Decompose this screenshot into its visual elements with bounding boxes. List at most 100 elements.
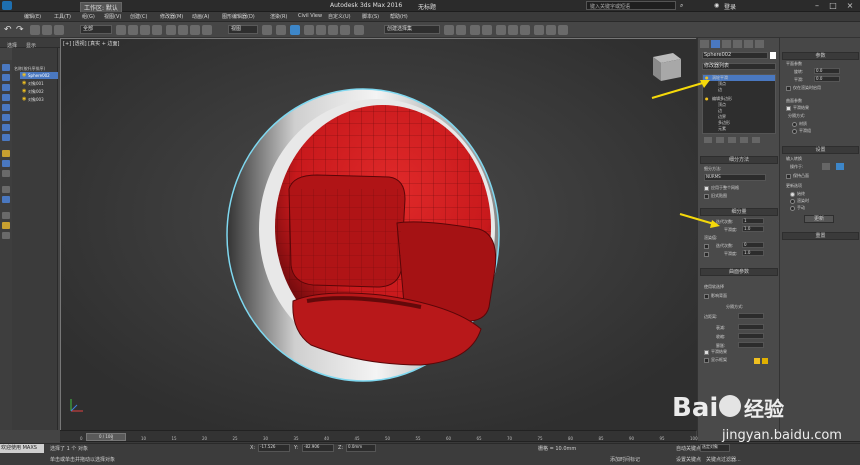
- viewport-label[interactable]: [+] [透视] [真实 + 边面]: [63, 40, 119, 47]
- percent-snap-icon[interactable]: [328, 25, 338, 35]
- pivot-point-icon[interactable]: [262, 25, 272, 35]
- explorer-filter-icon[interactable]: [2, 114, 10, 121]
- bubble-input[interactable]: [738, 342, 764, 348]
- list-item[interactable]: 对象003: [28, 97, 44, 103]
- user-icon[interactable]: ◉: [714, 2, 719, 9]
- minimize-button[interactable]: –: [810, 1, 824, 11]
- menu-item-edit[interactable]: 编辑(E): [24, 13, 41, 20]
- move-icon[interactable]: [166, 25, 176, 35]
- rect-selection-icon[interactable]: [140, 25, 150, 35]
- edit-named-selection-icon[interactable]: [354, 25, 364, 35]
- menu-item-civil-view[interactable]: Civil View: [298, 13, 322, 19]
- reference-coordinate-dropdown[interactable]: 视图: [228, 25, 258, 34]
- link-icon[interactable]: [30, 25, 40, 35]
- explorer-filter-icon[interactable]: [2, 94, 10, 101]
- schematic-view-icon[interactable]: [508, 25, 518, 35]
- menu-item-customize[interactable]: 自定义(U): [328, 13, 351, 20]
- explorer-filter-icon[interactable]: [2, 170, 10, 177]
- hierarchy-tab-icon[interactable]: [722, 40, 731, 48]
- menu-item-modifiers[interactable]: 修改器(M): [160, 13, 183, 20]
- rotation-input[interactable]: 0.0: [814, 68, 840, 74]
- render-smoothness-input[interactable]: 1.0: [742, 250, 764, 256]
- login-label[interactable]: 登录: [724, 2, 736, 11]
- explorer-filter-icon[interactable]: [2, 222, 10, 229]
- spinner-snap-icon[interactable]: [340, 25, 350, 35]
- menu-item-graph-editors[interactable]: 图形编辑器(D): [222, 13, 255, 20]
- render-smoothness-checkbox[interactable]: [704, 252, 709, 257]
- material-radio[interactable]: [792, 122, 797, 127]
- update-button[interactable]: 更新: [804, 215, 834, 223]
- search-input[interactable]: 键入关键字或短语: [586, 1, 676, 10]
- align-icon[interactable]: [456, 25, 466, 35]
- maximize-button[interactable]: □: [826, 1, 840, 11]
- operate-on-polygon-icon[interactable]: [836, 163, 844, 170]
- render-iterations-input[interactable]: 0: [742, 242, 764, 248]
- subdivision-method-dropdown[interactable]: NURMS: [704, 174, 766, 181]
- always-radio[interactable]: [790, 192, 795, 197]
- smooth-group-radio[interactable]: [792, 129, 797, 134]
- window-crossing-icon[interactable]: [152, 25, 162, 35]
- bind-space-warp-icon[interactable]: [54, 25, 64, 35]
- explorer-filter-icon[interactable]: [2, 196, 10, 203]
- make-unique-icon[interactable]: [728, 137, 736, 143]
- explorer-filter-icon[interactable]: [2, 186, 10, 193]
- scale-icon[interactable]: [190, 25, 200, 35]
- explorer-filter-icon[interactable]: [2, 64, 10, 71]
- z-coordinate-field[interactable]: 0.0mm: [346, 444, 376, 452]
- perspective-viewport[interactable]: [60, 38, 697, 431]
- menu-item-scripting[interactable]: 脚本(S): [362, 13, 379, 20]
- menu-item-views[interactable]: 视图(V): [104, 13, 121, 20]
- iterations-input[interactable]: 1: [742, 218, 764, 224]
- stack-item-element[interactable]: 元素: [718, 126, 726, 132]
- menu-item-tools[interactable]: 工具(T): [54, 13, 71, 20]
- mirror-icon[interactable]: [444, 25, 454, 35]
- operate-on-triangle-icon[interactable]: [822, 163, 830, 170]
- configure-modifier-sets-icon[interactable]: [752, 137, 760, 143]
- eye-icon[interactable]: ◉: [22, 88, 26, 94]
- unlink-icon[interactable]: [42, 25, 52, 35]
- search-icon[interactable]: ⌕: [680, 2, 683, 10]
- object-name-field[interactable]: Sphere002: [702, 52, 768, 59]
- smoothing-check-checkbox[interactable]: [786, 106, 791, 111]
- only-in-render-checkbox[interactable]: [786, 86, 791, 91]
- eye-icon[interactable]: ◉: [22, 96, 26, 102]
- key-filters-button[interactable]: 关键点过滤器...: [706, 456, 741, 463]
- eye-icon[interactable]: ◉: [22, 72, 26, 78]
- falloff-input[interactable]: [738, 324, 764, 330]
- list-item[interactable]: 对象001: [28, 81, 44, 87]
- set-key-button[interactable]: 设置关键点: [676, 456, 701, 463]
- explorer-filter-icon[interactable]: [2, 84, 10, 91]
- smoothness-input[interactable]: 1.0: [742, 226, 764, 232]
- selected-object-dropdown[interactable]: 选定对象: [700, 444, 730, 452]
- utilities-tab-icon[interactable]: [755, 40, 764, 48]
- add-time-tag-button[interactable]: 添加时间标记: [610, 456, 640, 463]
- list-item[interactable]: Sphere002: [28, 73, 50, 78]
- rotate-icon[interactable]: [178, 25, 188, 35]
- pin-stack-icon[interactable]: [704, 137, 712, 143]
- angle-snap-icon[interactable]: [316, 25, 326, 35]
- old-style-mapping-checkbox[interactable]: [704, 194, 709, 199]
- undo-icon[interactable]: ↶: [4, 25, 14, 35]
- select-by-name-icon[interactable]: [128, 25, 138, 35]
- rollout-surface-parameters[interactable]: 曲面参数: [700, 268, 778, 276]
- render-setup-icon[interactable]: [534, 25, 544, 35]
- affect-backfacing-checkbox[interactable]: [704, 294, 709, 299]
- menu-item-rendering[interactable]: 渲染(R): [270, 13, 287, 20]
- scene-explorer-icon[interactable]: [470, 25, 480, 35]
- cage-selected-color-swatch[interactable]: [762, 358, 768, 364]
- tab-display[interactable]: 显示: [26, 42, 36, 49]
- explorer-filter-icon[interactable]: [2, 104, 10, 111]
- layer-explorer-icon[interactable]: [482, 25, 492, 35]
- auto-key-button[interactable]: 自动关键点: [676, 445, 701, 452]
- render-iterations-checkbox[interactable]: [704, 244, 709, 249]
- show-cage-checkbox[interactable]: [704, 358, 709, 363]
- manually-radio[interactable]: [790, 206, 795, 211]
- selection-filter-dropdown[interactable]: 全部: [80, 25, 112, 34]
- light-filter-icon[interactable]: [2, 150, 10, 157]
- pinch-input[interactable]: [738, 333, 764, 339]
- rendered-frame-window-icon[interactable]: [546, 25, 556, 35]
- rollout-settings[interactable]: 设置: [782, 146, 859, 154]
- explorer-filter-icon[interactable]: [2, 134, 10, 141]
- modify-tab-icon[interactable]: [711, 40, 720, 48]
- display-tab-icon[interactable]: [744, 40, 753, 48]
